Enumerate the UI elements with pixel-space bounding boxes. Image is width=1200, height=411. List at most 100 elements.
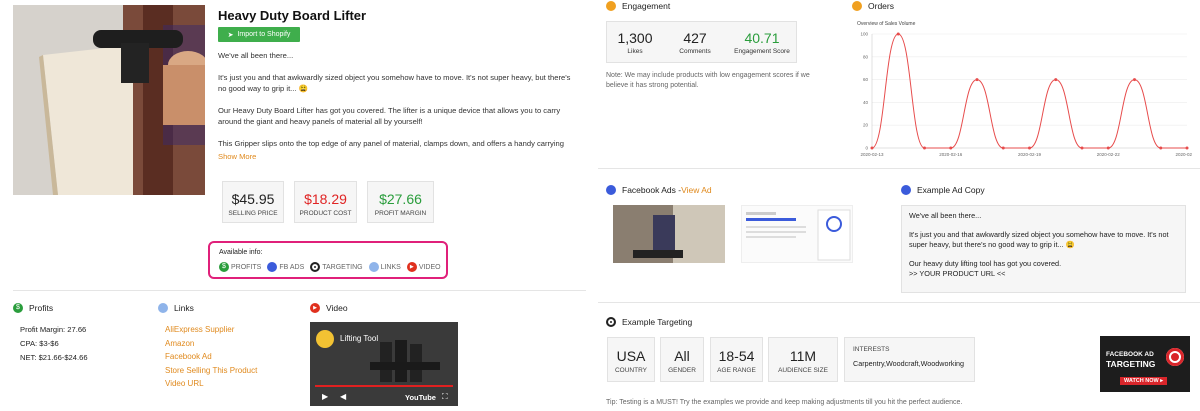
- likes-label: Likes: [627, 48, 643, 55]
- engagement-score-value: 40.71: [744, 30, 780, 46]
- dollar-icon: $: [219, 262, 229, 272]
- promo-line-2: TARGETING: [1106, 359, 1156, 369]
- interests-label: INTERESTS: [853, 346, 890, 353]
- x-tick-label: 2020-02-16: [939, 152, 963, 157]
- selling-price-value: $45.95: [231, 191, 275, 207]
- ad-copy-paragraph: Our heavy duty lifting tool has got you …: [909, 259, 1062, 268]
- link-store-selling[interactable]: Store Selling This Product: [165, 364, 257, 378]
- x-tick-label: 2020-02-13: [860, 152, 884, 157]
- profits-header: $ Profits: [13, 303, 53, 313]
- link-video-url[interactable]: Video URL: [165, 377, 257, 391]
- profit-margin-box: $27.66 PROFIT MARGIN: [367, 181, 434, 223]
- promo-line-1: FACEBOOK AD: [1106, 351, 1154, 358]
- youtube-logo[interactable]: YouTube: [405, 393, 436, 402]
- ad-copy-paragraph: >> YOUR PRODUCT URL <<: [909, 269, 1006, 278]
- data-point: [1028, 146, 1031, 150]
- product-cost-box: $18.29 PRODUCT COST: [294, 181, 357, 223]
- data-point: [1159, 146, 1163, 150]
- left-divider: [13, 290, 586, 291]
- orders-chart: Overview of Sales Volume 0 20 40 60 80 100 202…: [852, 18, 1199, 158]
- country-box: USA COUNTRY: [607, 337, 655, 382]
- data-point: [1001, 146, 1005, 150]
- audience-size-box: 11M AUDIENCE SIZE: [768, 337, 838, 382]
- available-info-title: Available info:: [219, 249, 263, 256]
- targeting-tip: Tip: Testing is a MUST! Try the examples…: [606, 399, 963, 406]
- chart-title: Overview of Sales Volume: [857, 21, 916, 27]
- link-facebook-ad[interactable]: Facebook Ad: [165, 350, 257, 364]
- series-line: [871, 33, 1187, 149]
- description-paragraph: It's just you and that awkwardly sized o…: [218, 73, 571, 93]
- data-point: [896, 32, 900, 36]
- y-tick-label: 80: [863, 54, 869, 59]
- profit-margin-label: PROFIT MARGIN: [374, 210, 427, 217]
- data-point: [1080, 146, 1084, 150]
- product-description: We've all been there... It's just you an…: [218, 50, 578, 149]
- audience-size-label: AUDIENCE SIZE: [778, 367, 828, 374]
- comments-stat: 427 Comments: [663, 22, 727, 62]
- available-video[interactable]: ▶ VIDEO: [406, 262, 441, 272]
- links-list: AliExpress Supplier Amazon Facebook Ad S…: [165, 323, 257, 391]
- show-more-link[interactable]: Show More: [218, 152, 256, 161]
- product-image: [13, 5, 205, 195]
- globe-icon: [158, 303, 168, 313]
- description-paragraph: We've all been there...: [218, 51, 294, 60]
- interests-value: Carpentry,Woodcraft,Woodworking: [853, 359, 965, 368]
- likes-stat: 1,300 Likes: [607, 22, 663, 62]
- engagement-note: Note: We may include products with low e…: [606, 72, 810, 89]
- profit-margin-text: Profit Margin: 27.66: [20, 325, 87, 334]
- product-cost-label: PRODUCT COST: [299, 210, 352, 217]
- profits-details: Profit Margin: 27.66 CPA: $3-$6 NET: $21…: [20, 323, 88, 365]
- link-amazon[interactable]: Amazon: [165, 337, 257, 351]
- ad-copy-paragraph: We've all been there...: [909, 211, 982, 220]
- target-icon: [310, 262, 321, 272]
- y-tick-label: 60: [863, 77, 869, 82]
- product-cost-value: $18.29: [304, 191, 347, 207]
- data-point: [975, 78, 979, 82]
- send-icon: ➤: [227, 31, 234, 39]
- video-caption: Lifting Tool: [340, 334, 379, 343]
- fb-ad-thumbnail-1[interactable]: [613, 205, 725, 263]
- data-point: [1133, 78, 1136, 82]
- import-to-shopify-button[interactable]: ➤ Import to Shopify: [218, 27, 300, 42]
- volume-icon[interactable]: ◀: [340, 392, 346, 401]
- available-targeting[interactable]: TARGETING: [310, 262, 363, 272]
- right-divider-2: [598, 302, 1200, 303]
- ad-copy-box: We've all been there... It's just you an…: [901, 205, 1186, 293]
- play-button-icon[interactable]: ▶: [322, 392, 328, 401]
- targeting-promo-banner[interactable]: FACEBOOK AD TARGETING WATCH NOW ▸: [1100, 336, 1190, 392]
- available-fb-ads[interactable]: FB ADS: [267, 262, 304, 272]
- ad-copy-header: Example Ad Copy: [901, 185, 985, 195]
- link-aliexpress-supplier[interactable]: AliExpress Supplier: [165, 323, 257, 337]
- cpa-text: CPA: $3-$6: [20, 339, 59, 348]
- play-icon: ▶: [406, 262, 417, 272]
- targeting-header: Example Targeting: [606, 317, 692, 327]
- facebook-icon: [267, 262, 278, 272]
- orders-line-chart: 0 20 40 60 80 100 2020-02-13 2020-02-16 2020-02-…: [860, 32, 1199, 158]
- right-divider-1: [598, 168, 1200, 169]
- globe-icon: [368, 262, 379, 272]
- video-player[interactable]: Lifting Tool ▶ ◀ YouTube ⛶: [310, 322, 458, 406]
- engagement-score-stat: 40.71 Engagement Score: [727, 22, 797, 62]
- comments-value: 427: [683, 30, 707, 46]
- facebook-icon: [901, 185, 911, 195]
- ad-copy-paragraph: It's just you and that awkwardly sized o…: [909, 230, 1169, 249]
- view-ad-link[interactable]: View Ad: [681, 185, 712, 195]
- available-profits[interactable]: $ PROFITS: [219, 262, 261, 272]
- fullscreen-icon[interactable]: ⛶: [442, 392, 448, 402]
- fb-ad-thumbnail-2[interactable]: [741, 205, 853, 263]
- x-tick-label: 2020-02-25: [1175, 152, 1192, 157]
- gender-box: All GENDER: [660, 337, 704, 382]
- video-progress-bar[interactable]: [315, 385, 453, 387]
- watch-now-button[interactable]: WATCH NOW ▸: [1120, 377, 1168, 385]
- gender-value: All: [674, 348, 690, 364]
- dollar-icon: $: [13, 303, 23, 313]
- x-tick-label: 2020-02-22: [1097, 152, 1121, 157]
- available-links[interactable]: LINKS: [368, 262, 401, 272]
- country-label: COUNTRY: [614, 367, 648, 374]
- likes-value: 1,300: [617, 30, 653, 46]
- data-point: [870, 146, 874, 150]
- play-icon: ▶: [310, 303, 320, 313]
- net-text: NET: $21.66-$24.66: [20, 353, 88, 362]
- gender-label: GENDER: [668, 367, 696, 374]
- data-point: [949, 146, 953, 150]
